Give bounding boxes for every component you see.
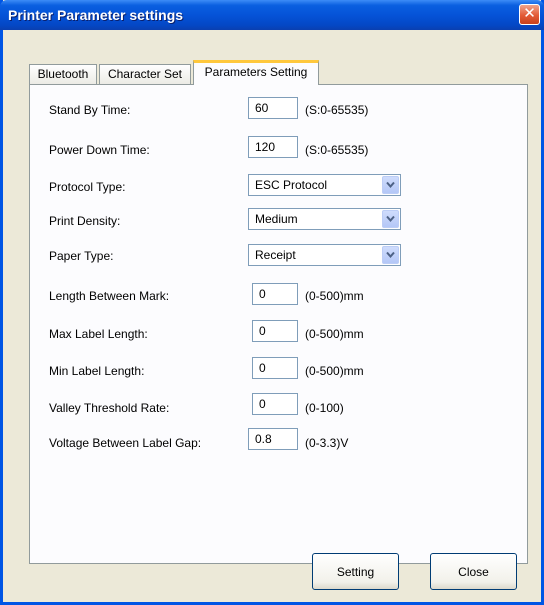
max-label-length-input[interactable]: [252, 320, 298, 342]
valley-threshold-rate-input[interactable]: [252, 393, 298, 415]
power-down-time-input[interactable]: [248, 136, 298, 158]
close-window-button[interactable]: ✕: [519, 4, 540, 25]
voltage-label-gap-label: Voltage Between Label Gap:: [49, 436, 202, 450]
min-label-length-input[interactable]: [252, 357, 298, 379]
close-button[interactable]: Close: [430, 553, 517, 590]
max-label-length-label: Max Label Length:: [49, 327, 148, 341]
tab-character-set[interactable]: Character Set: [99, 64, 191, 84]
chevron-down-icon[interactable]: [382, 246, 399, 264]
tab-parameters-setting[interactable]: Parameters Setting: [193, 60, 319, 85]
power-down-time-range: (S:0-65535): [305, 143, 369, 157]
length-between-mark-input[interactable]: [252, 283, 298, 305]
valley-threshold-rate-range: (0-100): [305, 401, 344, 415]
close-x-icon: ✕: [523, 5, 536, 22]
voltage-label-gap-range: (0-3.3)V: [305, 436, 349, 450]
title-bar[interactable]: Printer Parameter settings ✕: [0, 0, 544, 30]
paper-type-label: Paper Type:: [49, 249, 114, 263]
paper-type-value: Receipt: [255, 248, 296, 262]
valley-threshold-rate-label: Valley Threshold Rate:: [49, 401, 170, 415]
voltage-label-gap-input[interactable]: [248, 428, 298, 450]
print-density-select[interactable]: Medium: [248, 208, 401, 230]
setting-button[interactable]: Setting: [312, 553, 399, 590]
tab-bluetooth[interactable]: Bluetooth: [29, 64, 97, 84]
print-density-label: Print Density:: [49, 214, 121, 228]
length-between-mark-range: (0-500)mm: [305, 289, 364, 303]
protocol-type-select[interactable]: ESC Protocol: [248, 174, 401, 196]
chevron-down-icon[interactable]: [382, 176, 399, 194]
max-label-length-range: (0-500)mm: [305, 327, 364, 341]
stand-by-time-input[interactable]: [248, 97, 298, 119]
chevron-down-icon[interactable]: [382, 210, 399, 228]
paper-type-select[interactable]: Receipt: [248, 244, 401, 266]
stand-by-time-label: Stand By Time:: [49, 103, 131, 117]
power-down-time-label: Power Down Time:: [49, 143, 150, 157]
window-title: Printer Parameter settings: [8, 7, 184, 23]
print-density-value: Medium: [255, 212, 298, 226]
protocol-type-value: ESC Protocol: [255, 178, 328, 192]
min-label-length-label: Min Label Length:: [49, 364, 145, 378]
length-between-mark-label: Length Between Mark:: [49, 289, 170, 303]
stand-by-time-range: (S:0-65535): [305, 103, 369, 117]
min-label-length-range: (0-500)mm: [305, 364, 364, 378]
protocol-type-label: Protocol Type:: [49, 180, 126, 194]
